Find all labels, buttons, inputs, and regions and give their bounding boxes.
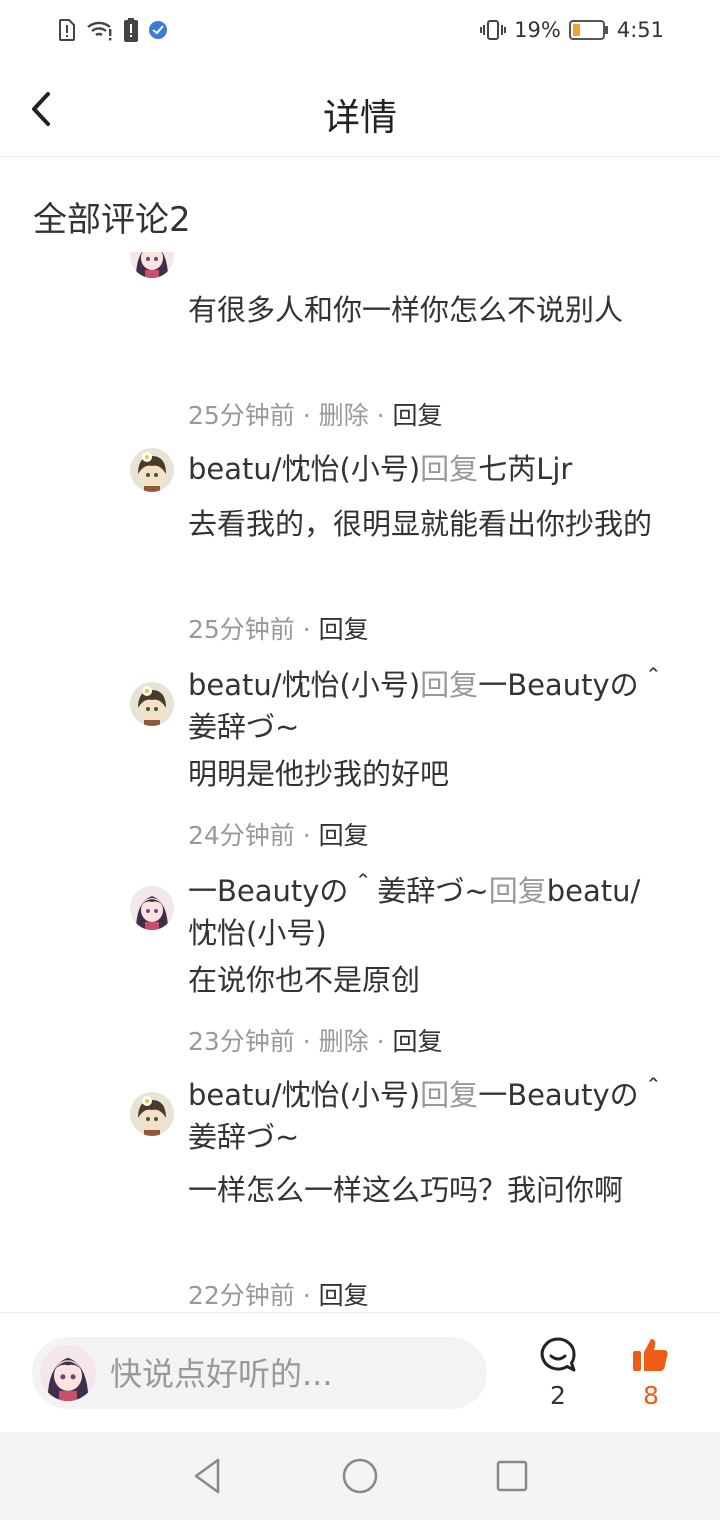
battery-percent: 19%: [514, 18, 561, 42]
reply-text: 明明是他抄我的好吧: [188, 757, 450, 791]
comment-count: 2: [550, 1381, 566, 1410]
reply-word: 回复: [488, 874, 547, 908]
reply-word: 回复: [420, 668, 479, 702]
delete-button[interactable]: 删除: [319, 401, 369, 430]
app-notification-icon: [149, 21, 167, 39]
comment-input[interactable]: [108, 1345, 472, 1403]
status-icons-right: 19% 4:51: [480, 18, 664, 42]
reply-text: 一样怎么一样这么巧吗？我问你啊: [188, 1173, 624, 1207]
reply-text: 在说你也不是原创: [188, 963, 421, 997]
reply-button[interactable]: 回复: [319, 615, 369, 644]
reply-author[interactable]: beatu/忱怡(小号): [188, 668, 420, 702]
reply-meta: 23分钟前 · 删除 · 回复: [188, 1022, 443, 1058]
avatar[interactable]: [130, 886, 174, 930]
reply-time: 22分钟前: [188, 1281, 295, 1310]
reply-author[interactable]: 一Beautyの＾姜辞づ~: [188, 874, 489, 908]
status-bar: 19% 4:51: [0, 0, 720, 62]
reply-header: beatu/忱怡(小号)回复七芮Ljr: [188, 448, 668, 490]
nav-recents-icon[interactable]: [492, 1456, 532, 1496]
reply-meta: 24分钟前 · 回复: [188, 816, 369, 852]
reply-button[interactable]: 回复: [393, 401, 443, 430]
reply-word: 回复: [420, 1078, 479, 1112]
meta-separator: ·: [376, 1027, 385, 1056]
sim-alert-icon: [59, 19, 75, 41]
reply-text: 去看我的，很明显就能看出你抄我的: [188, 507, 653, 541]
reply-button[interactable]: 回复: [393, 1027, 443, 1056]
reply-list: 有很多人和你一样你怎么不说别人 25分钟前 · 删除 · 回复 beatu/忱怡…: [0, 252, 720, 1312]
app-bar: 详情: [0, 62, 720, 157]
meta-separator: ·: [302, 1027, 311, 1056]
my-avatar: [40, 1345, 96, 1401]
system-nav-bar: [0, 1432, 720, 1520]
reply-header: beatu/忱怡(小号)回复一Beautyの＾姜辞づ~: [188, 664, 668, 748]
comments-button[interactable]: 2: [535, 1335, 581, 1410]
comment-bubble-icon: [540, 1337, 576, 1372]
reply-meta: 22分钟前 · 回复: [188, 1276, 369, 1312]
comments-section-title: 全部评论2: [33, 200, 191, 240]
wifi-alert-icon: [87, 21, 112, 41]
meta-separator: ·: [302, 1281, 311, 1310]
avatar[interactable]: [130, 682, 174, 726]
battery-alert-icon: [124, 18, 138, 42]
comment-input-box[interactable]: [32, 1337, 487, 1409]
reply-text: 有很多人和你一样你怎么不说别人: [188, 293, 624, 327]
battery-icon: [568, 20, 608, 40]
vibrate-icon: [480, 20, 507, 40]
reply-author[interactable]: beatu/忱怡(小号): [188, 1078, 420, 1112]
like-count: 8: [643, 1381, 659, 1410]
reply-header: 一Beautyの＾姜辞づ~回复beatu/忱怡(小号): [188, 870, 668, 954]
reply-meta: 25分钟前 · 回复: [188, 610, 369, 646]
avatar[interactable]: [130, 1092, 174, 1136]
avatar[interactable]: [130, 448, 174, 492]
reply-time: 25分钟前: [188, 401, 295, 430]
thumbs-up-icon: [633, 1339, 668, 1371]
reply-author[interactable]: beatu/忱怡(小号): [188, 452, 420, 486]
reply-header: beatu/忱怡(小号)回复一Beautyの＾姜辞づ~: [188, 1074, 668, 1158]
meta-separator: ·: [302, 615, 311, 644]
delete-button[interactable]: 删除: [319, 1027, 369, 1056]
clock: 4:51: [616, 18, 664, 42]
status-icons-left: [58, 18, 168, 42]
reply-time: 25分钟前: [188, 615, 295, 644]
avatar[interactable]: [130, 252, 174, 278]
reply-button[interactable]: 回复: [319, 1281, 369, 1310]
meta-separator: ·: [376, 401, 385, 430]
page-title: 详情: [323, 96, 397, 139]
nav-home-icon[interactable]: [340, 1456, 380, 1496]
reply-button[interactable]: 回复: [319, 821, 369, 850]
like-button[interactable]: 8: [628, 1335, 674, 1410]
reply-time: 24分钟前: [188, 821, 295, 850]
reply-word: 回复: [420, 452, 479, 486]
meta-separator: ·: [302, 821, 311, 850]
meta-separator: ·: [302, 401, 311, 430]
reply-time: 23分钟前: [188, 1027, 295, 1056]
nav-back-icon[interactable]: [188, 1456, 228, 1496]
reply-meta: 25分钟前 · 删除 · 回复: [188, 396, 443, 432]
comment-bar: 2 8: [0, 1312, 720, 1433]
reply-target[interactable]: 七芮Ljr: [478, 452, 572, 486]
